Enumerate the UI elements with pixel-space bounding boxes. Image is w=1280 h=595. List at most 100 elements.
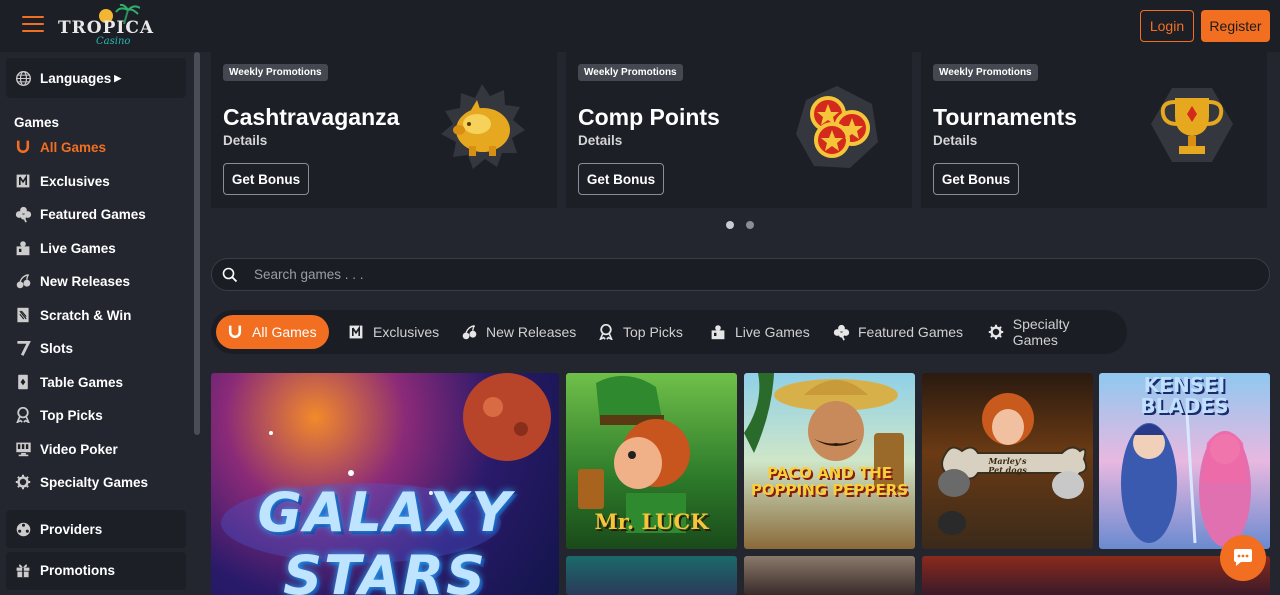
sidebar-item-providers[interactable]: Providers <box>14 519 102 539</box>
game-tile-kensei-blades[interactable]: KENSEI BLADES <box>1099 373 1270 549</box>
tropica-casino-logo[interactable]: TROPICA Casino <box>58 4 153 47</box>
game-tile-row2-2[interactable] <box>744 556 915 595</box>
promo-card-cashtravaganza: Weekly Promotions Cashtravaganza Details… <box>211 52 557 208</box>
sidebar-item-languages[interactable]: Languages ▶ <box>14 68 121 88</box>
chat-bubble-icon <box>1234 549 1252 566</box>
logo-subtext: Casino <box>96 36 131 47</box>
cherries-icon <box>460 323 478 341</box>
gift-icon <box>14 561 32 579</box>
sidebar-item-promotions[interactable]: Promotions <box>14 560 115 580</box>
promo-tag: Weekly Promotions <box>578 64 683 81</box>
game-tile-galaxy-stars[interactable]: GALAXY STARS <box>211 373 559 595</box>
carousel-dot-2[interactable] <box>746 221 754 229</box>
tab-top-picks[interactable]: Top Picks <box>587 315 693 349</box>
chat-button[interactable] <box>1220 535 1266 581</box>
sidebar-item-all-games[interactable]: All Games <box>14 137 106 157</box>
sidebar-item-label: Promotions <box>40 562 116 578</box>
promo-details-link[interactable]: Details <box>578 133 622 148</box>
sidebar-item-label: Exclusives <box>40 173 110 189</box>
sidebar: Languages ▶ Games All Games Exclusives F… <box>0 52 201 595</box>
medal-icon <box>14 406 32 424</box>
tab-label: All Games <box>252 324 317 340</box>
carousel-dot-1[interactable] <box>726 221 734 229</box>
tab-new-releases[interactable]: New Releases <box>450 315 586 349</box>
get-bonus-button[interactable]: Get Bonus <box>933 163 1019 195</box>
sidebar-item-top-picks[interactable]: Top Picks <box>14 405 103 425</box>
category-tabs: All Games Exclusives New Releases Top Pi… <box>211 310 1127 354</box>
tab-label: Specialty Games <box>1012 316 1070 348</box>
medal-icon <box>597 323 615 341</box>
tab-featured-games[interactable]: Featured Games <box>822 315 973 349</box>
dealer-icon <box>14 239 32 257</box>
get-bonus-button[interactable]: Get Bonus <box>578 163 664 195</box>
exclusive-icon <box>14 172 32 190</box>
globe-icon <box>14 69 32 87</box>
tab-label: Top Picks <box>623 324 683 340</box>
sidebar-scrollbar[interactable] <box>194 52 200 435</box>
logo-text: TROPICA <box>58 18 155 38</box>
star-coins-icon <box>796 86 878 168</box>
sidebar-item-label: Languages <box>40 70 112 86</box>
sidebar-item-video-poker[interactable]: Video Poker <box>14 439 118 459</box>
register-button[interactable]: Register <box>1201 10 1270 42</box>
tab-label: Live Games <box>735 324 810 340</box>
sidebar-item-exclusives[interactable]: Exclusives <box>14 171 110 191</box>
gear-icon <box>14 473 32 491</box>
tab-exclusives[interactable]: Exclusives <box>337 315 449 349</box>
sidebar-item-scratch-win[interactable]: Scratch & Win <box>14 305 131 325</box>
seven-icon <box>14 339 32 357</box>
chips-icon <box>14 520 32 538</box>
clover-icon <box>832 323 850 341</box>
game-title: PACO AND THE POPPING PEPPERS <box>750 464 909 499</box>
sidebar-item-featured-games[interactable]: Featured Games <box>14 204 146 224</box>
game-title: Marley's Pet dogs <box>988 456 1027 475</box>
paco-art <box>744 373 904 493</box>
horseshoe-icon <box>226 323 244 341</box>
game-tile-paco-popping-peppers[interactable]: PACO AND THE POPPING PEPPERS <box>744 373 915 549</box>
sidebar-item-specialty-games[interactable]: Specialty Games <box>14 472 148 492</box>
promo-details-link[interactable]: Details <box>933 133 977 148</box>
promo-title: Cashtravaganza <box>223 104 400 130</box>
game-title: KENSEI BLADES <box>1140 373 1229 418</box>
cherries-icon <box>14 272 32 290</box>
sidebar-item-label: Featured Games <box>40 206 146 222</box>
sidebar-item-label: Video Poker <box>40 441 118 457</box>
hamburger-menu-icon[interactable] <box>22 16 44 34</box>
cards-icon <box>14 373 32 391</box>
promo-title: Tournaments <box>933 104 1077 130</box>
tab-all-games[interactable]: All Games <box>216 315 329 349</box>
search-input[interactable] <box>254 259 1254 290</box>
sidebar-item-new-releases[interactable]: New Releases <box>14 271 130 291</box>
scratch-card-icon <box>14 306 32 324</box>
promo-card-tournaments: Weekly Promotions Tournaments Details Ge… <box>921 52 1267 208</box>
sidebar-item-live-games[interactable]: Live Games <box>14 238 116 258</box>
search-bar <box>211 258 1270 291</box>
sidebar-item-slots[interactable]: Slots <box>14 338 73 358</box>
tab-specialty-games[interactable]: Specialty Games <box>977 315 1127 349</box>
sidebar-item-table-games[interactable]: Table Games <box>14 372 123 392</box>
piggy-bank-icon <box>441 84 525 169</box>
game-tile-marleys-pet-dogs[interactable]: Marley's Pet dogs <box>922 373 1093 549</box>
game-tile-row2-3[interactable] <box>922 556 1270 595</box>
carousel-dots <box>726 221 754 229</box>
exclusive-icon <box>347 323 365 341</box>
promo-details-link[interactable]: Details <box>223 133 267 148</box>
game-tile-row2-1[interactable] <box>566 556 737 595</box>
sidebar-item-label: New Releases <box>40 273 131 289</box>
game-title: Mr. LUCK <box>594 509 709 534</box>
tab-label: New Releases <box>486 324 577 340</box>
sidebar-item-label: Live Games <box>40 240 116 256</box>
promo-title: Comp Points <box>578 104 720 130</box>
search-icon <box>222 267 238 283</box>
sidebar-item-label: Scratch & Win <box>40 307 132 323</box>
get-bonus-button[interactable]: Get Bonus <box>223 163 309 195</box>
game-tile-mr-luck[interactable]: Mr. LUCK <box>566 373 737 549</box>
games-heading: Games <box>14 115 60 130</box>
login-button[interactable]: Login <box>1140 10 1194 42</box>
sidebar-item-label: Top Picks <box>40 407 103 423</box>
dealer-icon <box>709 323 727 341</box>
tab-live-games[interactable]: Live Games <box>699 315 820 349</box>
horseshoe-icon <box>14 138 32 156</box>
sidebar-item-label: Table Games <box>40 374 124 390</box>
sidebar-item-label: All Games <box>40 139 107 155</box>
